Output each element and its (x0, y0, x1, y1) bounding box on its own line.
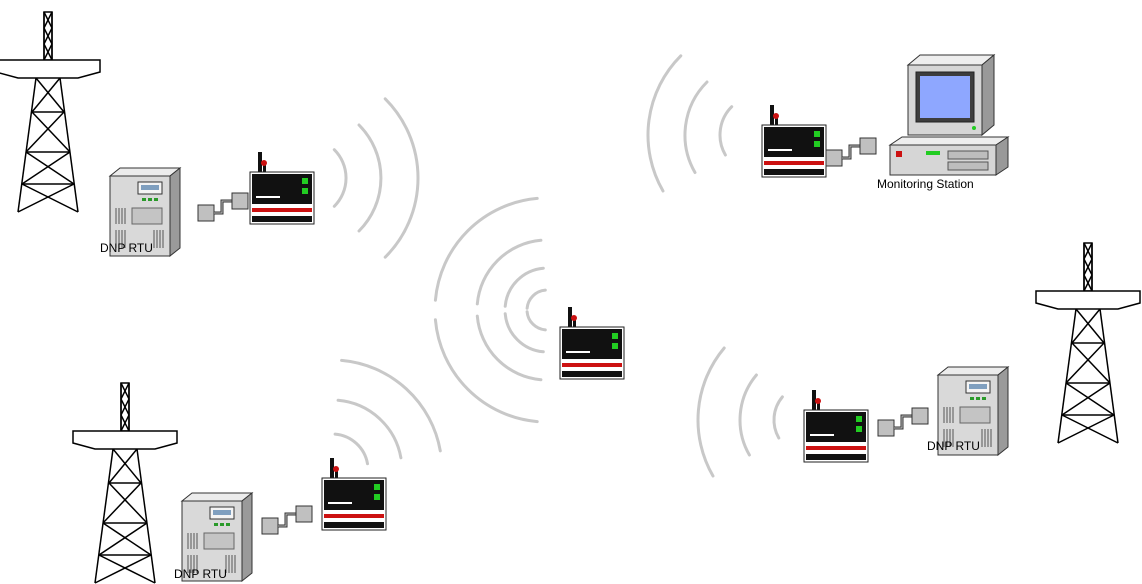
serial-cable-icon (876, 406, 930, 438)
radio-wave-arcs (332, 54, 784, 478)
radio-wave-arc (433, 196, 539, 302)
radio-modem-icon (761, 104, 827, 178)
radio-wave-arc (772, 395, 784, 440)
scada-network-diagram: DNP RTU Monitoring Station DNP RTU DNP R… (0, 11, 1141, 584)
radio-wave-arc (433, 318, 539, 424)
radio-wave-arc (718, 105, 734, 157)
radio-modem-icon (803, 389, 869, 463)
serial-cable-icon (260, 504, 314, 536)
radio-wave-arc (332, 148, 348, 208)
radio-wave-arc (503, 266, 545, 308)
radio-wave-arc (696, 346, 726, 478)
radio-wave-arc (525, 288, 547, 310)
tower-icon (0, 11, 101, 213)
radio-wave-arc (503, 312, 545, 354)
label-dnp-rtu-bottom-left: DNP RTU (174, 567, 227, 581)
serial-cable-icon (196, 191, 250, 223)
radio-wave-arc (525, 310, 547, 332)
radio-wave-arc (683, 80, 709, 174)
radio-modem-icon (559, 306, 625, 380)
radio-modem-icon (249, 151, 315, 225)
radio-wave-arc (357, 123, 383, 233)
label-dnp-rtu-top-left: DNP RTU (100, 241, 153, 255)
radio-wave-arc (738, 373, 758, 457)
radio-wave-arc (383, 97, 420, 259)
label-dnp-rtu-right: DNP RTU (927, 439, 980, 453)
tower-icon (72, 382, 178, 584)
tower-icon (1035, 242, 1141, 444)
serial-cable-icon (824, 136, 878, 168)
label-monitoring-station: Monitoring Station (877, 177, 974, 191)
computer-icon (889, 54, 1009, 176)
radio-wave-arc (336, 398, 403, 460)
radio-wave-arc (333, 432, 369, 466)
radio-wave-arc (646, 54, 683, 193)
radio-modem-icon (321, 457, 387, 531)
